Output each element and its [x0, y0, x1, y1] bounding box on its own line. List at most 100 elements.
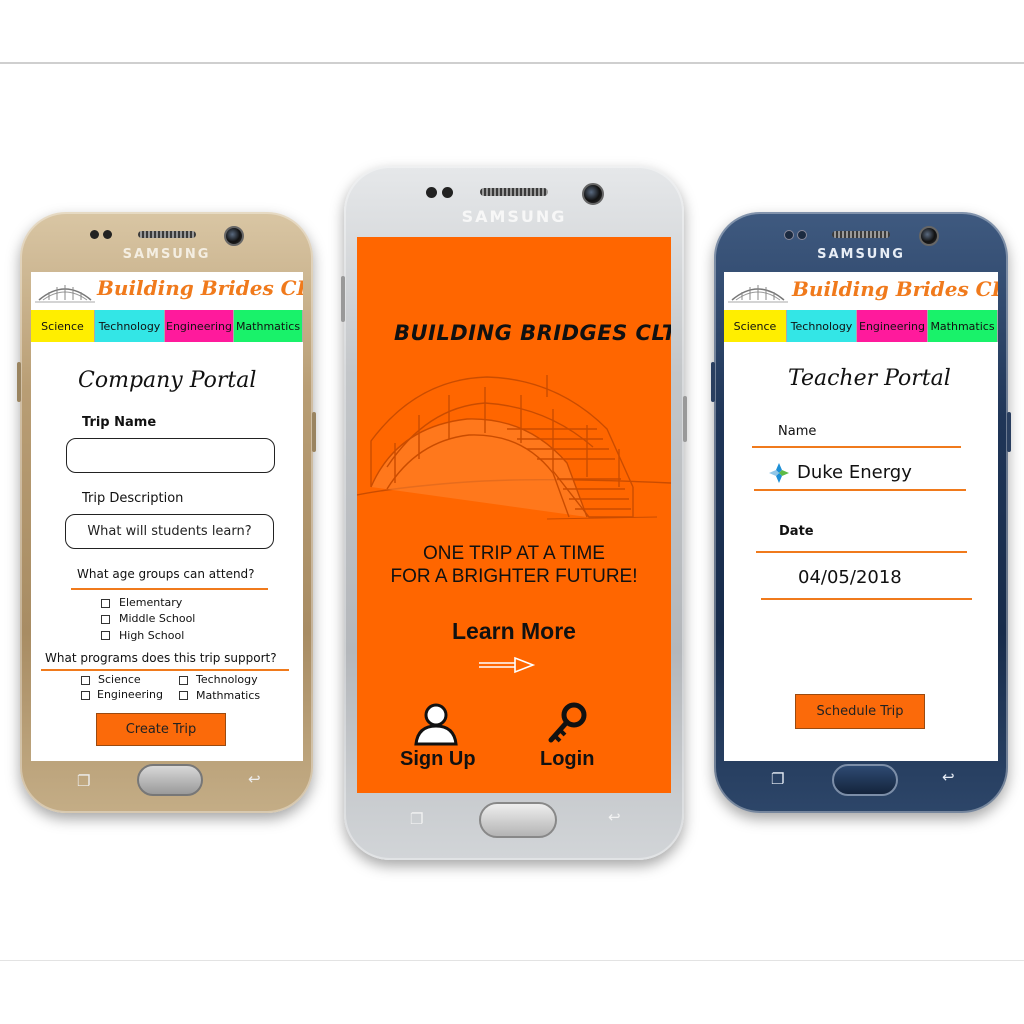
bridge-logo-icon [728, 285, 788, 303]
sensor-dot [784, 230, 794, 240]
user-icon[interactable] [412, 702, 460, 746]
program-label: Science [98, 673, 141, 686]
power-button [683, 396, 687, 442]
age-underline [71, 588, 268, 590]
power-button [312, 412, 316, 452]
name-top-line [752, 446, 961, 448]
category-science[interactable]: Science [31, 310, 95, 342]
mockup-canvas: SAMSUNG Building Brides CLT Science Tech… [0, 0, 1024, 1024]
category-technology[interactable]: Technology [787, 310, 857, 342]
sensor-dot [442, 187, 453, 198]
home-button[interactable] [479, 802, 557, 838]
sign-up-button[interactable]: Sign Up [400, 748, 476, 771]
bridge-illustration-icon [357, 375, 671, 520]
key-icon[interactable] [545, 702, 589, 746]
app-header: Building Brides CLT [31, 272, 303, 310]
age-groups-question: What age groups can attend? [77, 567, 255, 581]
tagline-line-1: ONE TRIP AT A TIME [423, 543, 605, 564]
arrow-right-icon[interactable] [477, 656, 537, 674]
volume-button [341, 276, 345, 322]
recents-icon[interactable]: ❐ [771, 770, 784, 788]
brand-label: SAMSUNG [122, 247, 211, 262]
date-value[interactable]: 04/05/2018 [798, 567, 902, 588]
age-group-label: Middle School [119, 612, 196, 625]
back-icon[interactable]: ↩ [608, 808, 621, 826]
screen: Building Brides CLT Science Technology E… [31, 272, 303, 761]
back-icon[interactable]: ↩ [248, 770, 261, 788]
date-top-line [756, 551, 967, 553]
date-label: Date [779, 524, 814, 539]
speaker-grille [138, 231, 196, 238]
volume-button [711, 362, 715, 402]
category-bar: Science Technology Engineering Mathmatic… [31, 310, 303, 342]
learn-more-link[interactable]: Learn More [357, 618, 671, 645]
login-button[interactable]: Login [540, 748, 594, 771]
trip-description-input[interactable]: What will students learn? [65, 514, 274, 549]
phone-landing: SAMSUNG BUILDING BRIDGES CLT ONE TRIP AT… [341, 166, 687, 860]
screen: BUILDING BRIDGES CLT ONE TRIP AT A TIME … [357, 237, 671, 793]
app-logo-title: Building Brides CLT [792, 277, 998, 301]
volume-button [17, 362, 21, 402]
brand-label: SAMSUNG [817, 247, 905, 262]
power-button [1007, 412, 1011, 452]
name-value[interactable]: Duke Energy [797, 462, 912, 483]
divider-bottom [0, 960, 1024, 961]
trip-description-label: Trip Description [82, 491, 184, 506]
category-technology[interactable]: Technology [95, 310, 165, 342]
category-engineering[interactable]: Engineering [857, 310, 928, 342]
date-bottom-line [761, 598, 972, 600]
app-header: Building Brides CLT [724, 272, 998, 310]
tagline-line-2: FOR A BRIGHTER FUTURE! [390, 566, 638, 587]
create-trip-button[interactable]: Create Trip [96, 713, 226, 746]
schedule-trip-button[interactable]: Schedule Trip [795, 694, 925, 729]
age-group-label: High School [119, 629, 185, 642]
home-button[interactable] [832, 764, 898, 796]
recents-icon[interactable]: ❐ [410, 810, 423, 828]
divider-top [0, 62, 1024, 64]
name-bottom-line [754, 489, 966, 491]
brand-label: SAMSUNG [461, 207, 567, 226]
recents-icon[interactable]: ❐ [77, 772, 90, 790]
phone-teacher-portal: SAMSUNG Building Brides CLT Science Tech… [711, 212, 1011, 813]
front-camera [582, 183, 604, 205]
sensor-dot [103, 230, 112, 239]
category-engineering[interactable]: Engineering [165, 310, 234, 342]
checkbox-engineering[interactable] [81, 691, 90, 700]
category-science[interactable]: Science [724, 310, 787, 342]
screen: Building Brides CLT Science Technology E… [724, 272, 998, 761]
programs-underline [41, 669, 289, 671]
app-logo-title: Building Brides CLT [97, 276, 303, 300]
program-label: Technology [196, 673, 258, 686]
duke-energy-logo-icon [769, 463, 789, 483]
category-mathmatics[interactable]: Mathmatics [928, 310, 998, 342]
speaker-grille [832, 231, 890, 238]
phone-company-portal: SAMSUNG Building Brides CLT Science Tech… [17, 212, 316, 813]
sensor-dot [90, 230, 99, 239]
trip-name-input[interactable] [66, 438, 275, 473]
page-title: Teacher Portal [788, 366, 951, 391]
checkbox-science[interactable] [81, 676, 90, 685]
checkbox-high-school[interactable] [101, 631, 110, 640]
checkbox-technology[interactable] [179, 676, 188, 685]
sensor-dot [426, 187, 437, 198]
programs-question: What programs does this trip support? [45, 651, 277, 665]
checkbox-elementary[interactable] [101, 599, 110, 608]
speaker-grille [480, 188, 548, 196]
checkbox-mathmatics[interactable] [179, 691, 188, 700]
landing-title: BUILDING BRIDGES CLT [394, 321, 671, 345]
checkbox-middle-school[interactable] [101, 615, 110, 624]
trip-name-label: Trip Name [82, 415, 157, 430]
back-icon[interactable]: ↩ [942, 768, 955, 786]
bridge-logo-icon [35, 285, 95, 303]
category-mathmatics[interactable]: Mathmatics [234, 310, 303, 342]
category-bar: Science Technology Engineering Mathmatic… [724, 310, 998, 342]
program-label: Engineering [97, 688, 163, 701]
front-camera [919, 226, 939, 246]
front-camera [224, 226, 244, 246]
age-group-label: Elementary [119, 596, 183, 609]
page-title: Company Portal [78, 368, 257, 393]
home-button[interactable] [137, 764, 203, 796]
sensor-dot [797, 230, 807, 240]
name-label: Name [778, 424, 817, 439]
program-label: Mathmatics [196, 689, 261, 702]
